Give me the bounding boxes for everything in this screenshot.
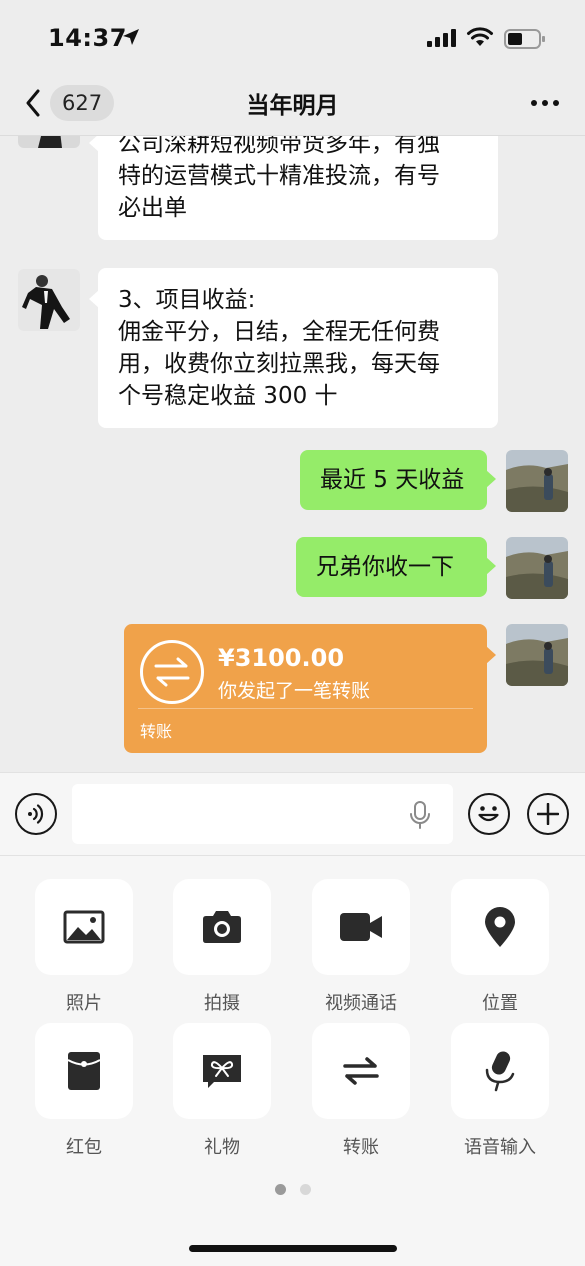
status-time: 14:37 — [48, 24, 127, 52]
user-avatar[interactable] — [506, 537, 568, 599]
panel-item-gift[interactable]: 礼物 — [173, 1023, 271, 1159]
message-text-line: 用，收费你立刻拉黑我，每天每 — [118, 351, 440, 377]
red-packet-icon — [67, 1052, 101, 1090]
photo-tile[interactable] — [35, 879, 133, 975]
transfer-divider — [138, 708, 473, 709]
gift-tile[interactable] — [173, 1023, 271, 1119]
status-bar: 14:37 — [0, 0, 585, 76]
page-indicator — [0, 1184, 585, 1195]
voice-mode-button[interactable] — [15, 793, 57, 835]
panel-item-label: 位置 — [482, 993, 518, 1014]
message-text-line: 个号稳定收益 300 十 — [118, 383, 338, 409]
transfer-icon — [343, 1057, 379, 1085]
panel-item-photo[interactable]: 照片 — [35, 879, 133, 1015]
more-functions-button[interactable] — [527, 793, 569, 835]
photo-icon — [63, 910, 105, 944]
plus-icon — [537, 803, 559, 825]
panel-item-label: 视频通话 — [325, 993, 397, 1014]
smiley-face-icon — [478, 806, 499, 822]
user-avatar[interactable] — [506, 450, 568, 512]
panel-item-video-call[interactable]: 视频通话 — [312, 879, 410, 1015]
transfer-tile[interactable] — [312, 1023, 410, 1119]
message-text-input[interactable] — [72, 784, 453, 844]
sent-message-bubble[interactable]: 最近 5 天收益 — [300, 450, 496, 510]
page-dot[interactable] — [299, 1184, 311, 1195]
panel-item-label: 照片 — [66, 993, 102, 1014]
panel-item-camera[interactable]: 拍摄 — [173, 879, 271, 1015]
panel-item-label: 红包 — [66, 1137, 102, 1158]
transfer-amount: ¥3100.00 — [218, 644, 345, 672]
panel-item-voice-input[interactable]: 语音输入 — [451, 1023, 549, 1159]
transfer-message-card[interactable]: ¥3100.00 你发起了一笔转账 转账 — [124, 624, 496, 753]
contact-avatar[interactable] — [18, 136, 80, 148]
message-text-line: 3、项目收益: — [118, 287, 256, 313]
location-arrow-icon — [123, 29, 139, 45]
message-text: 兄弟你收一下 — [316, 554, 454, 580]
user-avatar[interactable] — [506, 624, 568, 686]
microphone-icon[interactable] — [406, 800, 434, 830]
panel-item-label: 语音输入 — [464, 1137, 536, 1158]
voice-input-tile[interactable] — [451, 1023, 549, 1119]
panel-item-location[interactable]: 位置 — [451, 879, 549, 1015]
message-text-line: 佣金平分，日结，全程无任何费 — [118, 319, 440, 345]
transfer-icon — [140, 640, 204, 704]
page-dot-active[interactable] — [274, 1184, 286, 1195]
chat-title: 当年明月 — [246, 93, 339, 119]
message-input-bar — [0, 772, 585, 856]
navigation-bar: 627 当年明月 — [0, 76, 585, 136]
transfer-label: 转账 — [140, 722, 173, 741]
location-tile[interactable] — [451, 879, 549, 975]
cellular-signal-icon — [427, 29, 456, 47]
more-dot-icon — [553, 100, 559, 106]
chat-message-list[interactable]: 公司深耕短视频带货多年，有独 特的运营模式十精准投流，有号 必出单 3、项目收益… — [0, 136, 585, 772]
panel-item-label: 转账 — [343, 1137, 379, 1158]
sent-message-bubble[interactable]: 兄弟你收一下 — [296, 537, 496, 597]
received-message-bubble[interactable]: 公司深耕短视频带货多年，有独 特的运营模式十精准投流，有号 必出单 — [89, 136, 498, 240]
more-dot-icon — [542, 100, 548, 106]
panel-item-label: 拍摄 — [204, 993, 240, 1014]
camera-tile[interactable] — [173, 879, 271, 975]
panel-item-transfer[interactable]: 转账 — [312, 1023, 410, 1159]
camera-icon — [203, 911, 241, 943]
message-text-line: 必出单 — [118, 195, 187, 221]
wifi-icon — [467, 27, 493, 46]
video-call-icon — [340, 913, 382, 941]
location-icon — [485, 907, 515, 947]
emoji-button[interactable] — [468, 793, 510, 835]
message-text-line: 公司深耕短视频带货多年，有独 — [118, 136, 440, 157]
panel-item-red-packet[interactable]: 红包 — [35, 1023, 133, 1159]
video-call-tile[interactable] — [312, 879, 410, 975]
contact-avatar[interactable] — [18, 269, 80, 331]
received-message-bubble[interactable]: 3、项目收益: 佣金平分，日结，全程无任何费 用，收费你立刻拉黑我，每天每 个号… — [89, 268, 498, 428]
gift-icon — [203, 1055, 241, 1088]
voice-input-icon — [485, 1051, 515, 1092]
more-options-button[interactable] — [531, 100, 559, 106]
panel-item-label: 礼物 — [204, 1137, 240, 1158]
more-dot-icon — [531, 100, 537, 106]
red-packet-tile[interactable] — [35, 1023, 133, 1119]
voice-wave-icon — [28, 804, 44, 824]
more-functions-panel: 照片 拍摄 视频通话 位置 红包 礼物 转账 语音输入 — [0, 856, 585, 1266]
message-text-line: 特的运营模式十精准投流，有号 — [118, 163, 440, 189]
message-text: 最近 5 天收益 — [320, 467, 465, 493]
transfer-description: 你发起了一笔转账 — [218, 680, 371, 702]
home-indicator[interactable] — [189, 1245, 397, 1252]
battery-icon — [504, 29, 545, 49]
